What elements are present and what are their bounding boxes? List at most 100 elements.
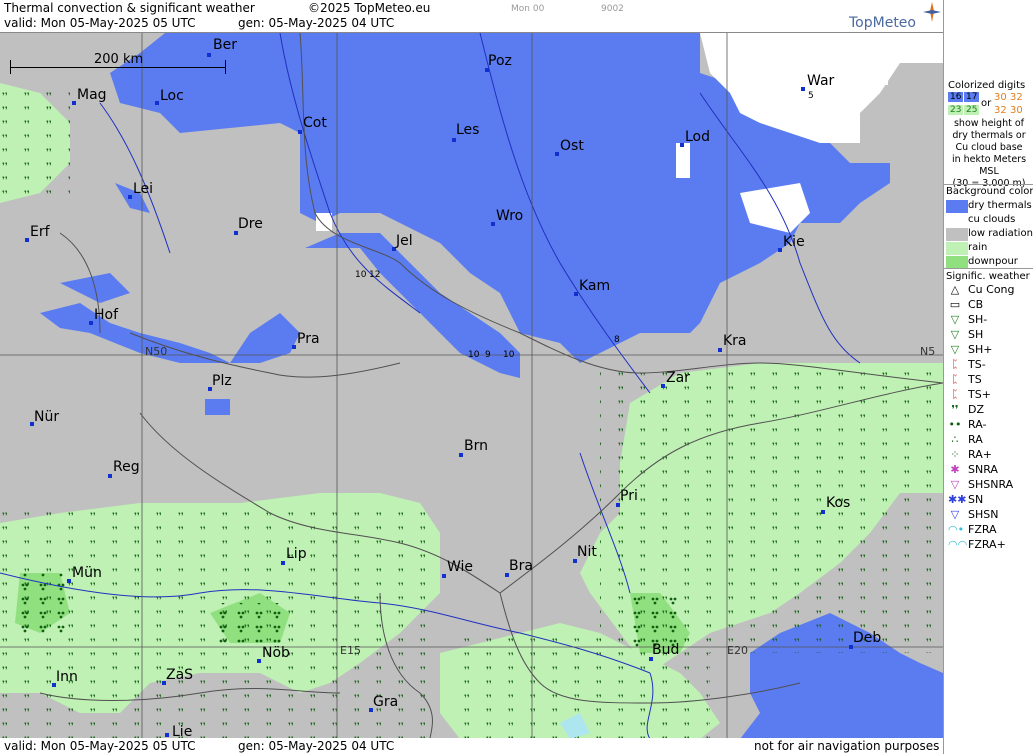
gen-time: gen: 05-May-2025 04 UTC [238,16,395,30]
shower-snow-rain-icon: ▽ [950,478,960,491]
legend-digit: 17 [964,92,980,102]
cb-icon: ▭ [949,298,961,311]
legend-sig-label: FZRA+ [968,538,1006,551]
legend-sig-label: TS [968,373,982,386]
chart-title: Thermal convection & significant weather [4,1,255,15]
legend-swatch [946,228,968,241]
shower-heavy-icon: ▽ [950,343,960,356]
shower-icon: ▽ [950,328,960,341]
map-number: 9 [485,350,491,360]
legend-bg-label: low radiation [968,228,1033,239]
scale-bar: 200 km [10,52,226,74]
city-label: Bra [509,558,533,574]
legend-sig-label: SH- [968,313,988,326]
map-number: 12 [369,270,381,280]
city-label: Inn [56,669,78,685]
city-label: Dre [238,216,263,232]
logo: TopMeteo [849,15,916,31]
city-label: Hof [94,307,119,323]
legend-sig-label: Cu Cong [968,283,1015,296]
city-label: Zar [666,370,690,386]
legend-desc-line: dry thermals or [952,130,1026,141]
legend-sig-label: SHSNRA [968,478,1014,491]
legend-sig-label: SH+ [968,343,993,356]
legend-desc-line: MSL [979,166,999,177]
city-label: Wro [496,208,524,224]
city-label: Lip [286,546,307,562]
city-label: Reg [113,459,140,475]
city-label: War [807,73,835,89]
legend-sig-label: FZRA [968,523,997,536]
city-label: Wie [447,559,474,575]
legend-digit: 25 [964,105,980,115]
city-label: Brn [464,438,488,454]
compass-logo-icon [923,2,941,22]
thunderstorm-icon: ᛈ [951,373,959,386]
city-label: Loc [160,88,184,104]
city-label: Poz [488,53,512,69]
rain-icon: ∴ [951,433,959,446]
legend-or: or [981,98,992,109]
legend-digit: 23 [948,105,964,115]
run-code: 9002 [601,4,624,14]
footer-gen: gen: 05-May-2025 04 UTC [238,739,395,753]
valid-time: valid: Mon 05-May-2025 05 UTC [4,16,196,30]
city-label: Nit [577,544,597,560]
copyright: ©2025 TopMeteo.eu [308,1,431,15]
scale-label: 200 km [94,52,144,67]
rain-heavy-icon: ⁘ [950,448,960,461]
city-label: Ost [560,138,584,154]
map-number: 10 [355,270,367,280]
legend-sig-label: SNRA [968,463,998,476]
map-number: 8 [614,335,620,345]
map-number: 10 [468,350,480,360]
city-label: Lei [133,181,154,197]
city-label: Bud [652,642,680,658]
legend-desc-line: show height of [953,118,1025,129]
legend-panel: Colorized digits 16 17 23 25 or 30 32 32… [943,0,1033,754]
weather-map[interactable]: ❜❜ [0,32,943,739]
freezing-rain-icon: ◠• [948,523,965,536]
city-label: Cot [303,115,327,131]
legend-swatch [946,242,968,255]
thunderstorm-heavy-icon: ᛈ [951,388,959,401]
snow-rain-icon: ✱ [950,463,960,476]
city-label: Mün [72,565,102,581]
city-label: Nöb [262,645,290,661]
legend-sig-label: SN [968,493,984,506]
legend-sig-label: DZ [968,403,985,416]
map-number: 5 [808,91,814,101]
freezing-rain-heavy-icon: ◠◠ [948,538,968,551]
legend-sig-label: SH [968,328,984,341]
grid-label-n50: N50 [145,345,168,358]
legend-sig-label: TS+ [968,388,991,401]
grid-label-n50-right: N5 [920,345,936,358]
thunderstorm-light-icon: ᛈ [951,358,959,371]
shower-light-icon: ▽ [950,313,960,326]
city-label: Gra [373,694,399,710]
legend-digit: 30 [1010,105,1023,116]
shower-snow-icon: ▽ [950,508,960,521]
city-label: Erf [30,224,50,240]
map-number: 10 [503,350,515,360]
grid-label-e20: E20 [727,644,748,657]
legend-desc: show height of dry thermals or Cu cloud … [944,118,1033,190]
legend-bg-label: downpour [968,256,1018,267]
city-label: Les [456,122,480,138]
legend-swatch [946,214,968,227]
city-label: Mag [77,87,107,103]
legend-digit: 16 [948,92,964,102]
city-label: Deb [853,630,882,646]
city-label: Kra [723,333,747,349]
legend-desc-line: in hekto Meters [951,154,1027,165]
legend-sig-label: CB [968,298,984,311]
legend-colorized-title: Colorized digits [948,80,1026,91]
rain-light-icon: •• [948,418,962,431]
run-label: Mon 00 [511,4,545,14]
legend-sig-label: SHSN [968,508,999,521]
footer-note: not for air navigation purposes [754,739,940,753]
city-label: Kos [826,495,851,511]
grid-label-e15: E15 [340,644,361,657]
city-label: Nür [34,409,60,425]
legend-digit: 32 [1010,92,1023,103]
